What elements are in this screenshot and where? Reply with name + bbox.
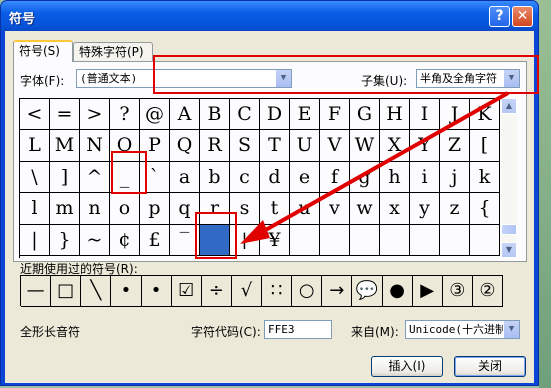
annotation-arrow (240, 91, 509, 244)
tab-symbols[interactable]: 符号(S) (13, 40, 73, 62)
